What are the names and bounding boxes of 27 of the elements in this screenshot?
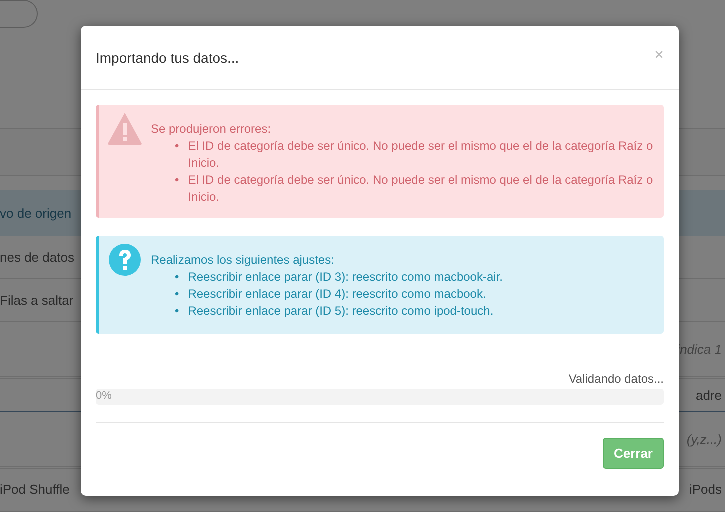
warning-icon: [107, 111, 143, 147]
question-icon: [107, 242, 143, 278]
background-text: adre: [696, 388, 722, 403]
close-button[interactable]: Cerrar: [602, 438, 664, 469]
alert-item: Reescribir enlace parar (ID 5): reescrito como ipod-touch.: [188, 303, 494, 320]
bullet: •: [175, 303, 180, 320]
bullet: •: [175, 138, 180, 155]
bullet: •: [175, 172, 180, 189]
progress-status: Validando datos...: [568, 372, 664, 386]
alert-heading: Realizamos los siguientes ajustes:: [151, 252, 336, 269]
alert-heading: Se produjeron errores:: [151, 121, 272, 138]
dialog-title: Importando tus datos...: [96, 50, 240, 66]
alert-item: El ID de categoría debe ser único. No puede ser el mismo que el de la categoría Raíz o Inicio.: [188, 138, 654, 172]
close-button[interactable]: ×: [654, 48, 664, 64]
alert-item: Reescribir enlace parar (ID 4): reescrito como macbook.: [188, 286, 486, 303]
bullet: •: [175, 286, 180, 303]
background-text: Filas a saltar: [0, 292, 74, 308]
progress-label: 0%: [96, 390, 112, 402]
background-text: (y,z...): [686, 432, 722, 447]
alert-item: El ID de categoría debe ser único. No puede ser el mismo que el de la categoría Raíz o Inicio.: [188, 172, 654, 206]
alert-item: Reescribir enlace parar (ID 3): reescrito como macbook-air.: [188, 269, 503, 286]
background-text: iPods: [689, 482, 722, 498]
background-text: vo de origen: [0, 206, 72, 221]
background-text: iPod Shuffle: [0, 482, 70, 498]
bullet: •: [175, 269, 180, 286]
search-field[interactable]: [0, 0, 38, 28]
background-text: nes de datos: [0, 250, 74, 265]
